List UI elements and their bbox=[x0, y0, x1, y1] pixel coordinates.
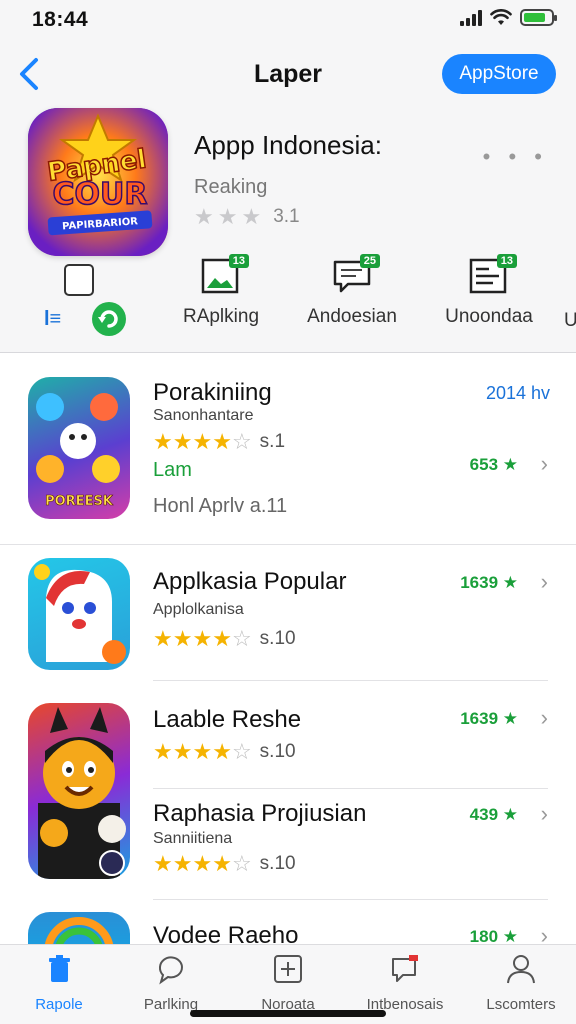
list-box-icon: 13 bbox=[469, 254, 517, 294]
flag-chat-icon bbox=[392, 955, 418, 982]
hero-rating-value: 3.1 bbox=[273, 206, 300, 227]
tab-lscomters[interactable]: Lscomters bbox=[466, 953, 576, 1013]
star-icon: ★ bbox=[217, 204, 238, 229]
status-bar: 18:44 bbox=[0, 0, 576, 40]
category-badge: 13 bbox=[496, 254, 517, 268]
app-rating: ★ ★ ★ ★ ☆ s.1 bbox=[153, 429, 286, 454]
category-ranking[interactable]: 13 RAplking bbox=[176, 254, 266, 328]
image-icon: 13 bbox=[201, 254, 249, 294]
app-title[interactable]: Raphasia Projiusian bbox=[153, 800, 366, 828]
chevron-right-icon[interactable]: › bbox=[541, 451, 548, 477]
tab-label: Lscomters bbox=[486, 996, 556, 1013]
category-badge: 25 bbox=[359, 254, 380, 268]
chevron-right-icon[interactable]: › bbox=[541, 801, 548, 827]
app-top-right-label: 2014 hv bbox=[485, 383, 550, 403]
battery-icon bbox=[520, 9, 557, 26]
status-icons bbox=[460, 9, 557, 26]
star-icon: ★ bbox=[194, 204, 214, 229]
chevron-right-icon[interactable]: › bbox=[541, 569, 548, 595]
app-subtitle: Applolkanisa bbox=[153, 601, 244, 618]
star-icon: ★ bbox=[241, 204, 262, 229]
app-extra-label: Lam bbox=[153, 459, 192, 481]
app-icon-porakiniing[interactable]: POREESK bbox=[28, 377, 130, 519]
home-indicator[interactable] bbox=[190, 1010, 386, 1017]
category-label: RAplking bbox=[182, 306, 260, 327]
app-rating-value: s.10 bbox=[259, 741, 296, 762]
app-subtitle: Sanonhantare bbox=[153, 407, 254, 424]
chat-bubble-icon: 25 bbox=[332, 254, 380, 294]
app-rating-value: s.1 bbox=[259, 431, 286, 452]
app-subtitle: Sanniitiena bbox=[153, 830, 233, 847]
row-separator bbox=[153, 899, 548, 900]
category-unoondaa[interactable]: 13 Unoondaa bbox=[442, 254, 536, 328]
tab-rapole[interactable]: Rapole bbox=[4, 953, 114, 1013]
appstore-button[interactable]: AppStore bbox=[442, 54, 556, 94]
hero-app-subtitle: Reaking bbox=[194, 176, 268, 198]
app-count: 1639 ★ bbox=[460, 709, 518, 728]
trash-icon bbox=[49, 955, 70, 982]
app-extra-meta: Honl Aprlv a.11 bbox=[153, 495, 288, 517]
tab-parlking[interactable]: Parlking bbox=[116, 953, 226, 1013]
category-label: Andoesian bbox=[307, 306, 397, 327]
tab-label: Rapole bbox=[35, 996, 83, 1013]
category-badge: 13 bbox=[228, 254, 249, 268]
row-separator bbox=[153, 680, 548, 681]
hero-rating: ★ ★ ★ 3.1 bbox=[194, 204, 300, 230]
section-divider bbox=[0, 352, 576, 353]
document-icon[interactable] bbox=[64, 264, 94, 296]
app-rating-value: s.10 bbox=[259, 853, 296, 874]
app-count: 653 ★ bbox=[469, 455, 518, 474]
chat-icon bbox=[158, 956, 183, 985]
status-time: 18:44 bbox=[32, 8, 89, 31]
app-rating-value: s.10 bbox=[259, 628, 296, 649]
category-label: Unoondaa bbox=[445, 306, 533, 327]
category-indonesian[interactable]: 25 Andoesian bbox=[302, 254, 402, 328]
app-rating: ★ ★ ★ ★ ☆ s.10 bbox=[153, 851, 296, 876]
tab-intbenosais[interactable]: Intbenosais bbox=[350, 953, 460, 1013]
chevron-right-icon[interactable]: › bbox=[541, 705, 548, 731]
app-rating: ★ ★ ★ ★ ☆ s.10 bbox=[153, 739, 296, 764]
app-icon-laable[interactable] bbox=[28, 703, 130, 879]
app-count: 1639 ★ bbox=[460, 573, 518, 592]
tab-noroata[interactable]: Noroata bbox=[233, 953, 343, 1013]
wifi-icon bbox=[490, 9, 512, 25]
app-title[interactable]: Porakiniing bbox=[153, 379, 272, 407]
hero-app-icon[interactable]: Papnel COUR PAPIRBARIOR bbox=[28, 108, 168, 256]
hero-app-artwork: Papnel COUR PAPIRBARIOR bbox=[28, 108, 168, 256]
hero-app-title: Appp Indonesia: bbox=[194, 130, 382, 160]
app-header-section: Laper AppStore Papnel COUR PAPIRBARIOR A… bbox=[0, 40, 576, 353]
app-title[interactable]: Laable Reshe bbox=[153, 706, 301, 734]
hero-icon-text-2: COUR bbox=[53, 177, 148, 212]
app-count: 439 ★ bbox=[469, 805, 518, 824]
app-title[interactable]: Applkasia Popular bbox=[153, 568, 346, 596]
more-options-icon[interactable]: • • • bbox=[483, 144, 548, 170]
person-icon bbox=[507, 955, 535, 984]
row-separator bbox=[0, 544, 576, 545]
plus-square-icon bbox=[274, 955, 302, 983]
refresh-icon[interactable] bbox=[92, 302, 126, 336]
back-chevron-icon[interactable] bbox=[14, 54, 48, 94]
category-edge-label: U bbox=[564, 310, 576, 331]
app-icon-applkasia[interactable] bbox=[28, 558, 130, 670]
row-separator bbox=[153, 788, 548, 789]
app-rating: ★ ★ ★ ★ ☆ s.10 bbox=[153, 626, 296, 651]
chart-small-icon[interactable]: l≡ bbox=[44, 308, 61, 331]
app-icon-text: POREESK bbox=[45, 494, 114, 509]
signal-icon bbox=[460, 9, 482, 26]
